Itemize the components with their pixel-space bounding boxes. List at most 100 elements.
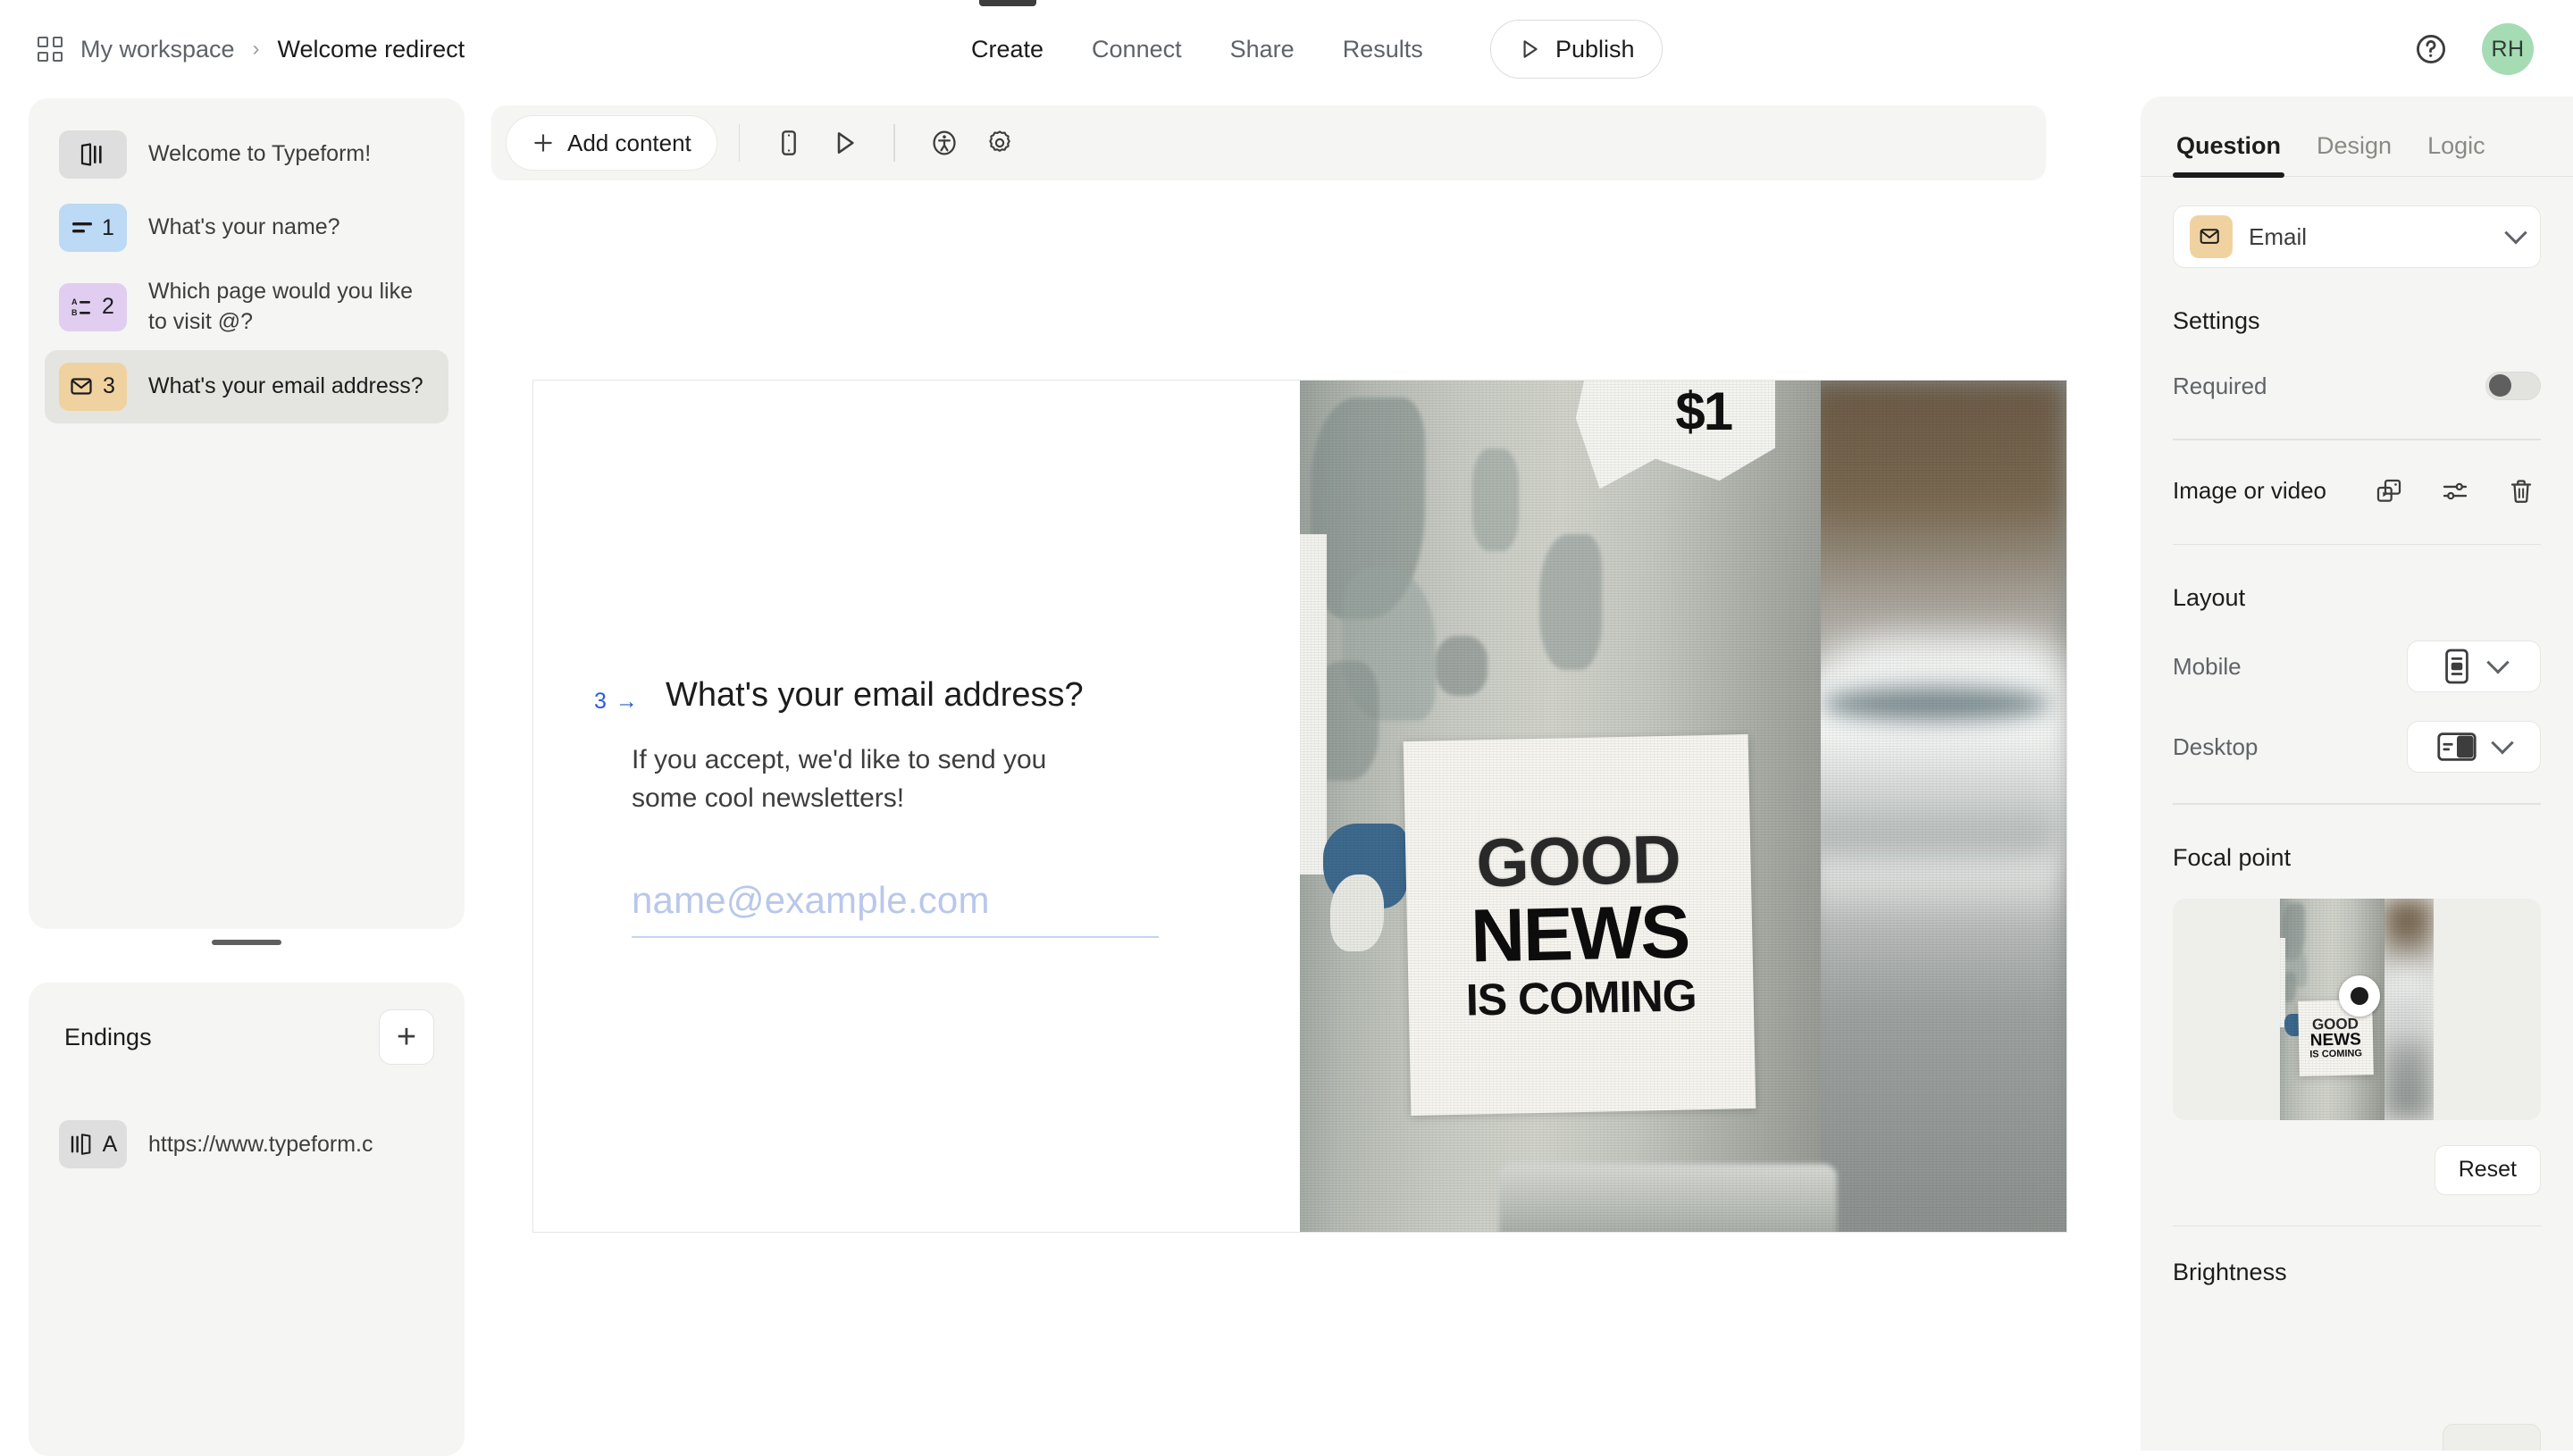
tab-create[interactable]: Create	[947, 0, 1068, 98]
accessibility-icon	[933, 130, 956, 155]
app-header: My workspace › Welcome redirect Create C…	[0, 0, 2573, 98]
sidebar-item-label: Welcome to Typeform!	[148, 141, 372, 167]
short-text-badge: 1	[59, 204, 127, 252]
required-setting-row: Required	[2173, 364, 2541, 408]
panel-body: Email Settings Required Image or video L…	[2141, 205, 2573, 1286]
settings-section-title: Settings	[2173, 307, 2260, 334]
multiple-choice-icon: A B	[71, 297, 91, 317]
question-type-select[interactable]: Email	[2173, 205, 2541, 268]
plus-icon	[534, 134, 552, 152]
help-question-icon[interactable]	[2414, 32, 2448, 66]
accessibility-button[interactable]	[917, 115, 972, 171]
layout-section-title: Layout	[2173, 584, 2246, 612]
toolbar-divider	[738, 124, 741, 162]
email-input-field[interactable]: name@example.com	[632, 879, 1159, 938]
ending-screen-icon	[71, 1134, 91, 1155]
section-divider	[2173, 439, 2541, 440]
sidebar-item-question-2[interactable]: A B 2 Which page would you like to visit…	[45, 264, 448, 350]
tab-design-label: Design	[2317, 132, 2393, 159]
section-divider	[2173, 543, 2541, 546]
breadcrumb-workspace[interactable]: My workspace	[80, 36, 235, 63]
chevron-down-icon	[2491, 732, 2514, 755]
plus-icon: +	[396, 1018, 417, 1056]
image-or-video-row: Image or video	[2173, 469, 2541, 514]
photo-grain-overlay	[1300, 381, 2066, 1232]
tab-results-label: Results	[1342, 35, 1423, 63]
endings-panel: Endings + A https://www.typeform.c	[29, 983, 465, 1456]
question-title[interactable]: What's your email address?	[666, 674, 1084, 717]
tab-question-label: Question	[2176, 132, 2282, 159]
required-toggle[interactable]	[2485, 372, 2541, 400]
tab-share-label: Share	[1229, 35, 1295, 63]
tab-results[interactable]: Results	[1319, 0, 1447, 98]
left-sidebar: Welcome to Typeform! 1 What's your name?…	[29, 98, 465, 1456]
adjust-settings-button[interactable]	[2435, 472, 2475, 511]
email-icon	[2200, 229, 2219, 244]
breadcrumb-form-title[interactable]: Welcome redirect	[278, 36, 465, 63]
focal-reset-button[interactable]: Reset	[2434, 1144, 2541, 1195]
desktop-layout-select[interactable]	[2407, 721, 2541, 774]
question-description[interactable]: If you accept, we'd like to send you som…	[632, 741, 1114, 818]
welcome-screen-icon	[80, 143, 102, 166]
brightness-section-title: Brightness	[2173, 1259, 2287, 1286]
desktop-split-layout-icon	[2437, 732, 2477, 761]
tab-question[interactable]: Question	[2173, 132, 2285, 178]
brightness-control-partial[interactable]	[2443, 1424, 2541, 1451]
settings-gear-button[interactable]	[972, 115, 1027, 171]
avatar-initials: RH	[2491, 36, 2525, 62]
sidebar-resize-handle[interactable]	[29, 940, 465, 945]
delete-media-button[interactable]	[2502, 472, 2541, 511]
question-content-area: 3 → What's your email address? If you ac…	[533, 381, 1300, 1232]
mobile-preview-button[interactable]	[761, 115, 817, 171]
reset-label: Reset	[2458, 1157, 2517, 1183]
sidebar-item-label: What's your email address?	[148, 372, 423, 398]
tab-logic-label: Logic	[2427, 132, 2485, 159]
tab-share[interactable]: Share	[1206, 0, 1319, 98]
question-number: 3	[103, 373, 115, 398]
short-text-icon	[72, 222, 93, 233]
mobile-layout-label: Mobile	[2173, 652, 2242, 680]
toolbar-divider	[893, 124, 895, 162]
breadcrumb-separator-icon: ›	[252, 37, 260, 61]
workspace-grid-icon[interactable]	[38, 37, 63, 62]
endings-header: Endings +	[45, 1002, 448, 1072]
preview-play-button[interactable]	[817, 115, 872, 171]
media-action-icons	[2369, 472, 2541, 511]
ending-list-item[interactable]: A https://www.typeform.c	[45, 1108, 448, 1181]
settings-gear-icon	[989, 130, 1010, 152]
sidebar-item-question-3[interactable]: 3 What's your email address?	[45, 349, 448, 423]
header-right-actions: RH	[2414, 0, 2534, 98]
focal-reset-row: Reset	[2173, 1144, 2541, 1195]
question-number: 1	[102, 214, 114, 240]
tab-logic[interactable]: Logic	[2424, 132, 2489, 176]
section-divider	[2173, 1225, 2541, 1227]
image-or-video-label: Image or video	[2173, 476, 2326, 504]
focal-point-marker[interactable]	[2339, 975, 2381, 1017]
focal-point-thumbnail: GOOD NEWS IS COMING	[2280, 898, 2434, 1120]
question-index-indicator: 3 →	[594, 689, 657, 715]
mobile-layout-row: Mobile	[2173, 640, 2541, 693]
publish-button[interactable]: Publish	[1490, 20, 1663, 79]
tab-create-label: Create	[971, 35, 1044, 63]
question-number: 2	[102, 294, 114, 320]
question-settings-panel: Question Design Logic Email Settings Req…	[2141, 96, 2573, 1451]
focal-point-selector[interactable]: GOOD NEWS IS COMING	[2173, 898, 2541, 1120]
user-avatar[interactable]: RH	[2482, 23, 2534, 75]
add-content-label: Add content	[567, 129, 691, 156]
svg-text:B: B	[71, 308, 78, 317]
svg-text:A: A	[71, 297, 78, 306]
welcome-screen-badge	[59, 130, 127, 179]
add-content-button[interactable]: Add content	[506, 115, 717, 171]
mobile-preview-icon	[782, 130, 797, 155]
sidebar-item-question-1[interactable]: 1 What's your name?	[45, 191, 448, 264]
sidebar-item-welcome-screen[interactable]: Welcome to Typeform!	[45, 118, 448, 191]
tab-connect[interactable]: Connect	[1068, 0, 1206, 98]
add-ending-button[interactable]: +	[379, 1009, 434, 1065]
mobile-layout-select[interactable]	[2407, 640, 2541, 693]
tab-design[interactable]: Design	[2313, 132, 2395, 176]
canvas-toolbar: Add content	[491, 105, 2046, 180]
ending-screen-badge: A	[59, 1120, 127, 1168]
question-media-area[interactable]: $1 GOOD NEWS IS COMING	[1300, 381, 2066, 1232]
chevron-down-icon	[2504, 222, 2527, 245]
replace-media-button[interactable]	[2369, 472, 2409, 511]
